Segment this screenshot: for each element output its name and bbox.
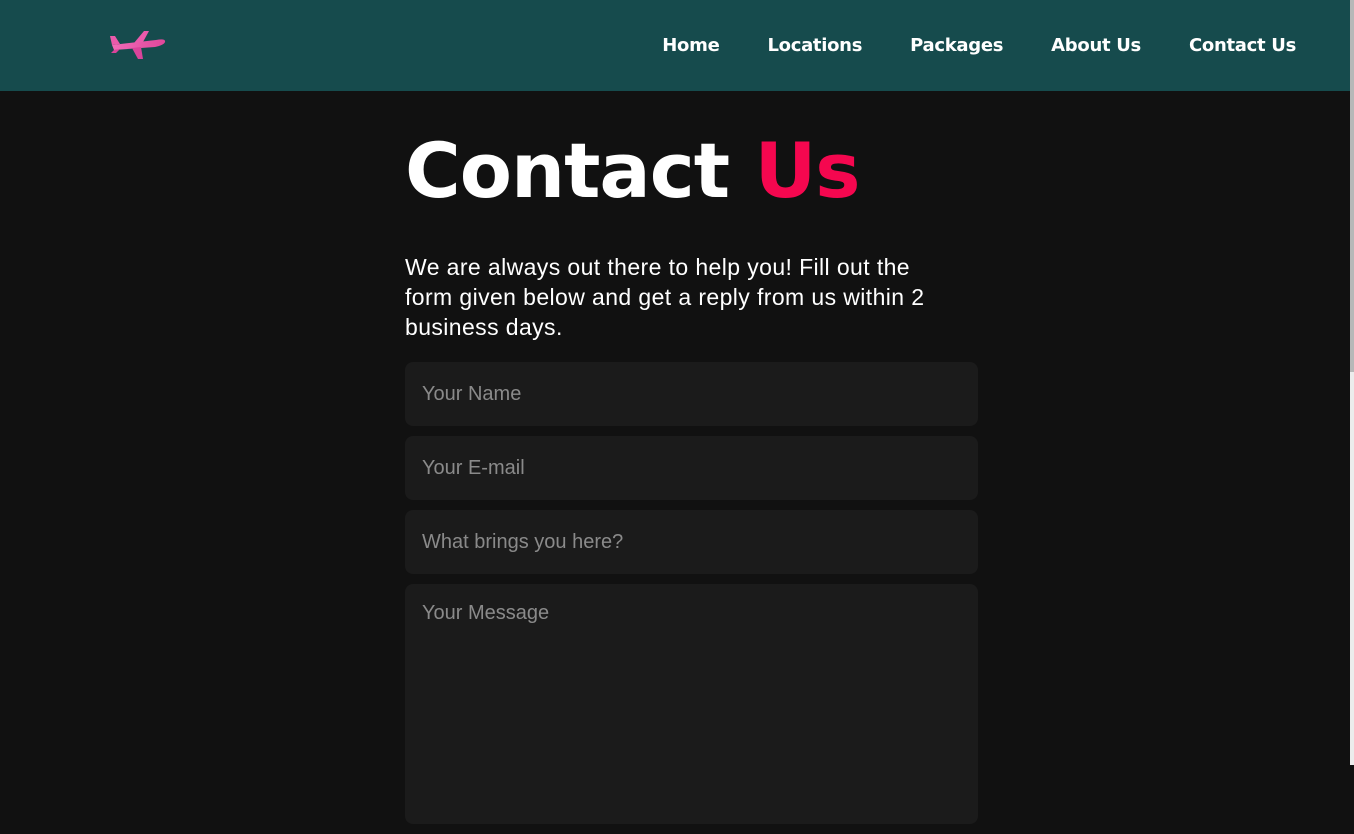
page-title-accent: Us [754, 126, 861, 215]
page-title: Contact Us [405, 126, 978, 216]
subject-input[interactable] [405, 510, 978, 574]
page-scrollbar[interactable] [1350, 0, 1354, 765]
nav-link-home[interactable]: Home [662, 35, 720, 56]
contact-section: Contact Us We are always out there to he… [405, 126, 978, 834]
page-title-main: Contact [405, 126, 730, 215]
intro-text: We are always out there to help you! Fil… [405, 254, 925, 340]
airplane-icon[interactable] [108, 26, 168, 64]
navbar: Home Locations Packages About Us Contact… [0, 0, 1350, 91]
name-input[interactable] [405, 362, 978, 426]
nav-link-contact-us[interactable]: Contact Us [1189, 35, 1296, 56]
main-nav: Home Locations Packages About Us Contact… [662, 0, 1296, 91]
nav-link-packages[interactable]: Packages [910, 35, 1003, 56]
nav-link-locations[interactable]: Locations [767, 35, 862, 56]
scrollbar-thumb[interactable] [1350, 0, 1354, 372]
nav-link-about-us[interactable]: About Us [1051, 35, 1141, 56]
contact-form [405, 362, 978, 824]
message-textarea[interactable] [405, 584, 978, 824]
email-input[interactable] [405, 436, 978, 500]
